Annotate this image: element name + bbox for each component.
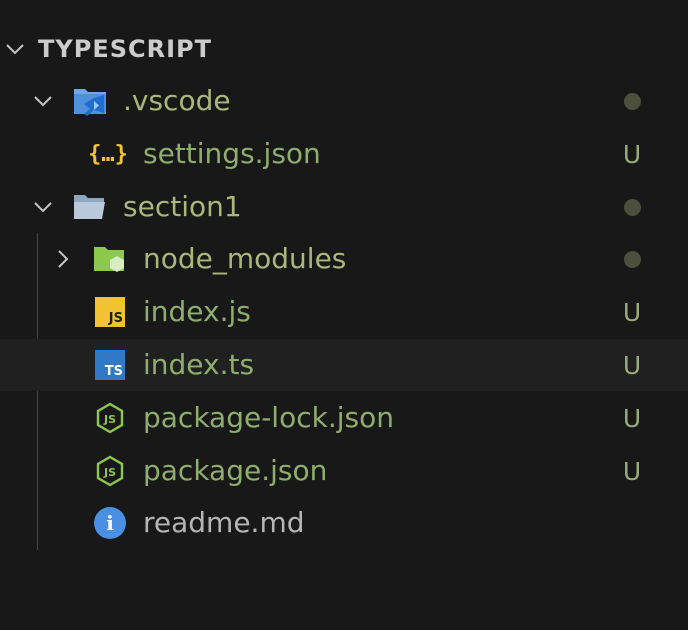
node-json-file-icon: JS [92, 453, 128, 489]
folder-open-icon [72, 189, 108, 225]
tree-item-label: .vscode [123, 84, 231, 117]
git-status-untracked: U [622, 403, 642, 433]
chevron-down-icon[interactable] [30, 194, 56, 220]
typescript-file-icon: TS [92, 347, 128, 383]
tree-item-label: index.js [143, 295, 251, 328]
git-status-modified-dot [610, 75, 654, 127]
node-json-file-icon: JS [92, 400, 128, 436]
tree-item-label: package.json [143, 454, 328, 487]
chevron-down-icon[interactable] [30, 88, 56, 114]
tree-item-node-modules-folder[interactable]: node_modules [0, 233, 688, 285]
git-status-untracked: U [622, 350, 642, 380]
svg-text:JS: JS [103, 413, 116, 426]
tree-item-vscode-folder[interactable]: .vscode [0, 75, 688, 127]
chevron-right-icon[interactable] [50, 246, 76, 272]
info-icon: i [92, 505, 128, 541]
tree-item-label: readme.md [143, 506, 305, 539]
tree-item-label: node_modules [143, 242, 347, 275]
git-status-modified-dot [610, 181, 654, 233]
git-status-untracked: U [622, 139, 642, 169]
explorer-panel: TYPESCRIPT .vscode {…} settings.json U s… [0, 0, 688, 630]
vscode-folder-icon [72, 83, 108, 119]
git-status-untracked: U [622, 297, 642, 327]
node-folder-icon [92, 241, 128, 277]
tree-item-label: package-lock.json [143, 401, 394, 434]
tree-item-package-json[interactable]: JS package.json U [0, 445, 688, 497]
tree-item-readme-md[interactable]: i readme.md [0, 497, 688, 549]
git-status-modified-dot [610, 233, 654, 285]
section-header-typescript[interactable]: TYPESCRIPT [0, 23, 688, 75]
tree-item-label: index.ts [143, 348, 255, 381]
git-status-untracked: U [622, 456, 642, 486]
javascript-file-icon: JS [92, 294, 128, 330]
section-title: TYPESCRIPT [38, 35, 213, 63]
tree-item-index-js[interactable]: JS index.js U [0, 286, 688, 338]
chevron-down-icon[interactable] [2, 36, 28, 62]
tree-item-label: section1 [123, 190, 242, 223]
tree-item-section1-folder[interactable]: section1 [0, 181, 688, 233]
tree-item-settings-json[interactable]: {…} settings.json U [0, 128, 688, 180]
tree-item-label: settings.json [143, 137, 321, 170]
json-settings-icon: {…} [88, 141, 128, 167]
svg-text:JS: JS [103, 466, 116, 479]
tree-item-index-ts[interactable]: TS index.ts U [0, 339, 688, 391]
tree-item-package-lock-json[interactable]: JS package-lock.json U [0, 392, 688, 444]
